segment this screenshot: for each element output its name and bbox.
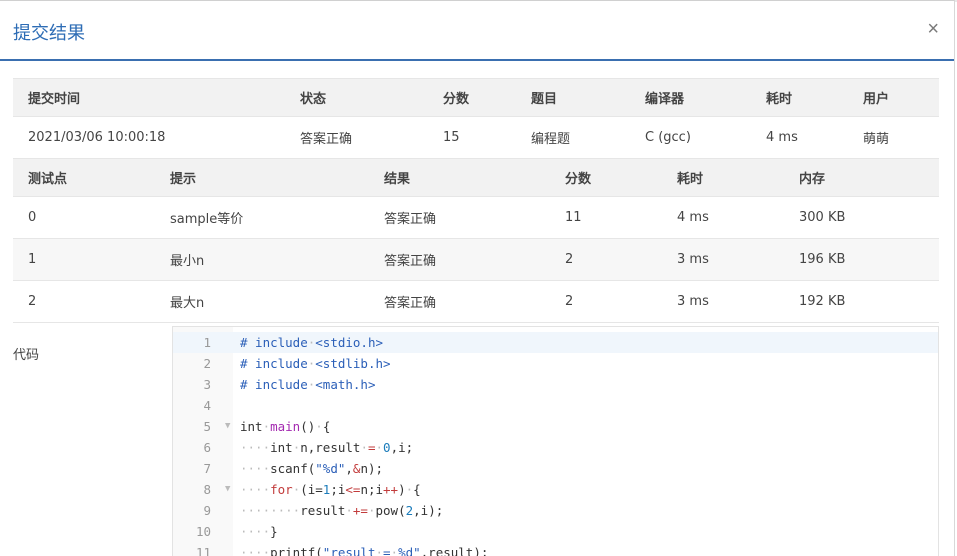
code-label: 代码 <box>13 348 40 363</box>
case-memory: 192 KB <box>784 280 939 323</box>
result-modal: 提交结果 × 提交时间 状态 分数 题目 编译器 耗时 用户 2021/03/0… <box>0 0 955 556</box>
code-text: ········result·+=·pow(2,i); <box>240 503 444 518</box>
code-line: 3 # include·<math.h> <box>173 374 938 395</box>
table-row: 0 sample等价 答案正确 11 4 ms 300 KB <box>13 196 939 239</box>
user-link[interactable]: 萌萌 <box>848 116 939 159</box>
code-line: 2 # include·<stdlib.h> <box>173 353 938 374</box>
code-line: 7 ····scanf("%d",&n); <box>173 458 938 479</box>
table-row: 1 最小n 答案正确 2 3 ms 196 KB <box>13 238 939 281</box>
elapsed-time: 4 ms <box>751 116 848 159</box>
summary-table: 提交时间 状态 分数 题目 编译器 耗时 用户 2021/03/06 10:00… <box>13 78 939 159</box>
fold-arrow-icon[interactable]: ▼ <box>225 479 230 500</box>
line-number: 4 <box>203 398 211 413</box>
line-number: 10 <box>195 524 211 539</box>
case-id: 0 <box>13 196 155 239</box>
table-row: 2 最大n 答案正确 2 3 ms 192 KB <box>13 280 939 323</box>
code-text: ····printf("result·=·%d",result); <box>240 545 489 556</box>
case-result: 答案正确 <box>369 280 550 323</box>
col-score: 分数 <box>428 78 516 117</box>
case-score: 2 <box>550 238 662 281</box>
case-score: 2 <box>550 280 662 323</box>
code-text: # include·<math.h> <box>240 377 376 392</box>
code-text: ····scanf("%d",&n); <box>240 461 384 476</box>
code-line: 6 ····int·n,result·=·0,i; <box>173 437 938 458</box>
case-memory: 196 KB <box>784 238 939 281</box>
summary-header-row: 提交时间 状态 分数 题目 编译器 耗时 用户 <box>13 78 939 117</box>
line-number: 1 <box>203 335 211 350</box>
col-user: 用户 <box>848 78 939 117</box>
line-number: 11 <box>195 545 211 556</box>
compiler: C (gcc) <box>630 116 751 159</box>
problem-link[interactable]: 编程题 <box>516 116 630 159</box>
code-line: 11 ····printf("result·=·%d",result); <box>173 542 938 556</box>
code-text: ····for·(i=1;i<=n;i++)·{ <box>240 482 421 497</box>
col-status: 状态 <box>285 78 428 117</box>
code-editor[interactable]: 1 # include·<stdio.h> 2 # include·<stdli… <box>172 326 939 556</box>
line-number: 3 <box>203 377 211 392</box>
case-id: 2 <box>13 280 155 323</box>
case-time: 3 ms <box>662 280 784 323</box>
code-text: int·main()·{ <box>240 419 331 434</box>
col-case-score: 分数 <box>550 158 662 197</box>
col-memory: 内存 <box>784 158 939 197</box>
col-case-time: 耗时 <box>662 158 784 197</box>
case-score: 11 <box>550 196 662 239</box>
col-hint: 提示 <box>155 158 369 197</box>
col-problem: 题目 <box>516 78 630 117</box>
line-number: 9 <box>203 503 211 518</box>
case-time: 3 ms <box>662 238 784 281</box>
col-submit-time: 提交时间 <box>13 78 285 117</box>
summary-row: 2021/03/06 10:00:18 答案正确 15 编程题 C (gcc) … <box>13 116 939 159</box>
code-text: ····} <box>240 524 278 539</box>
col-result: 结果 <box>369 158 550 197</box>
col-case-id: 测试点 <box>13 158 155 197</box>
case-hint: sample等价 <box>155 196 369 239</box>
case-id: 1 <box>13 238 155 281</box>
modal-header: 提交结果 × <box>0 1 954 61</box>
total-score: 15 <box>428 116 516 159</box>
fold-arrow-icon[interactable]: ▼ <box>225 416 230 437</box>
code-text: # include·<stdio.h> <box>240 335 383 350</box>
case-hint: 最小n <box>155 238 369 281</box>
testcase-table: 测试点 提示 结果 分数 耗时 内存 0 sample等价 答案正确 11 4 … <box>13 158 939 323</box>
code-line: 5 ▼ int·main()·{ <box>173 416 938 437</box>
line-number: 2 <box>203 356 211 371</box>
line-number: 7 <box>203 461 211 476</box>
code-text: # include·<stdlib.h> <box>240 356 391 371</box>
case-hint: 最大n <box>155 280 369 323</box>
case-memory: 300 KB <box>784 196 939 239</box>
case-time: 4 ms <box>662 196 784 239</box>
code-line: 1 # include·<stdio.h> <box>173 332 938 353</box>
status-badge: 答案正确 <box>285 116 428 159</box>
code-text: ····int·n,result·=·0,i; <box>240 440 414 455</box>
modal-title: 提交结果 <box>13 23 85 44</box>
line-number: 8 <box>203 482 211 497</box>
col-compiler: 编译器 <box>630 78 751 117</box>
code-line: 4 <box>173 395 938 416</box>
col-elapsed: 耗时 <box>751 78 848 117</box>
testcase-header-row: 测试点 提示 结果 分数 耗时 内存 <box>13 158 939 197</box>
line-number: 5 <box>203 419 211 434</box>
code-line: 10 ····} <box>173 521 938 542</box>
submit-time: 2021/03/06 10:00:18 <box>13 116 285 159</box>
case-result: 答案正确 <box>369 196 550 239</box>
line-number: 6 <box>203 440 211 455</box>
close-icon[interactable]: × <box>927 17 939 41</box>
code-line: 8 ▼ ····for·(i=1;i<=n;i++)·{ <box>173 479 938 500</box>
code-line: 9 ········result·+=·pow(2,i); <box>173 500 938 521</box>
case-result: 答案正确 <box>369 238 550 281</box>
